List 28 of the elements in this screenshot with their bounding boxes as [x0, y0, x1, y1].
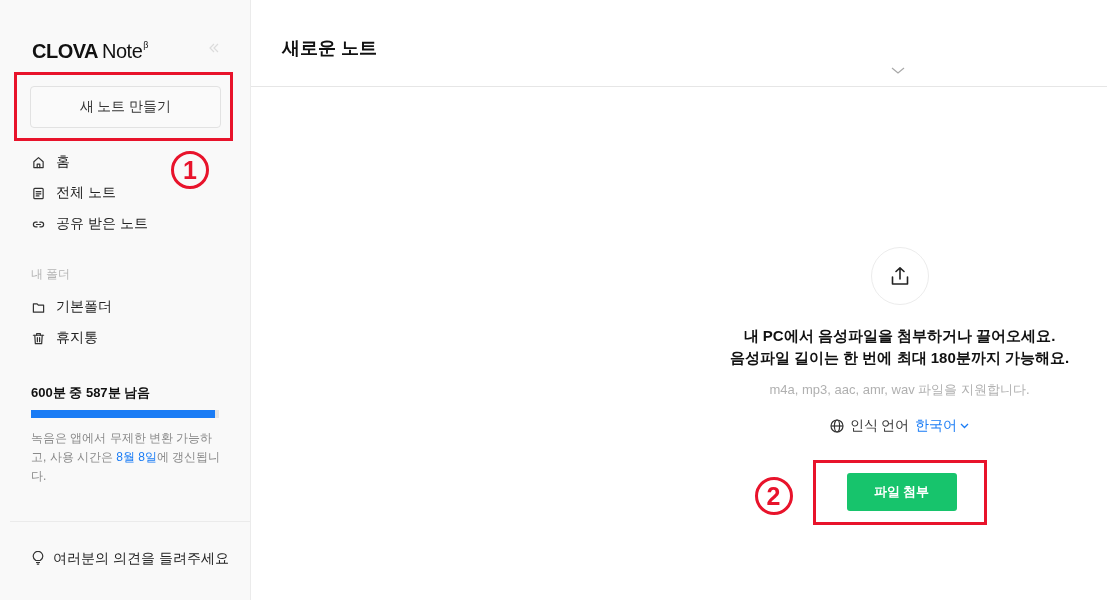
supported-formats-text: m4a, mp3, aac, amr, wav 파일을 지원합니다.	[769, 381, 1030, 399]
app-logo: CLOVA Note$^{β}$	[32, 39, 148, 63]
folder-icon	[32, 300, 45, 314]
usage-title: 600분 중 587분 남음	[30, 384, 151, 402]
nav-item[interactable]: 홈	[30, 146, 70, 178]
globe-icon	[829, 419, 844, 433]
language-label: 인식 언어	[849, 417, 910, 435]
folder-item[interactable]: 휴지통	[30, 322, 98, 354]
nav-item[interactable]: 공유 받은 노트	[30, 208, 148, 240]
step-marker: 2	[754, 477, 793, 515]
page-title: 새로운 노트	[282, 37, 377, 60]
section-heading: 내 폴더	[30, 266, 71, 283]
double-chevron-left-icon[interactable]	[209, 43, 219, 53]
home-icon	[32, 155, 45, 169]
chevron-down-icon	[960, 423, 970, 429]
lightbulb-icon	[32, 551, 44, 565]
step-marker: 1	[171, 151, 209, 189]
folder-item[interactable]: 기본폴더	[30, 291, 112, 323]
new-note-button[interactable]: 새 노트 만들기	[30, 86, 221, 128]
feedback-link[interactable]: 여러분의 의견을 들려주세요	[32, 549, 229, 567]
document-icon	[32, 186, 45, 200]
chevron-down-icon[interactable]	[891, 67, 905, 74]
upload-message: 음성파일 길이는 한 번에 최대 180분까지 가능해요.	[729, 348, 1070, 368]
usage-note: 녹음은 앱에서 무제한 변환 가능하고, 사용 시간은 8월 8일에 갱신됩니다.	[31, 429, 221, 485]
language-dropdown[interactable]: 한국어	[915, 417, 970, 435]
trash-icon	[32, 331, 45, 345]
upload-message: 내 PC에서 음성파일을 첨부하거나 끌어오세요.	[743, 326, 1056, 346]
nav-item[interactable]: 전체 노트	[30, 177, 116, 209]
